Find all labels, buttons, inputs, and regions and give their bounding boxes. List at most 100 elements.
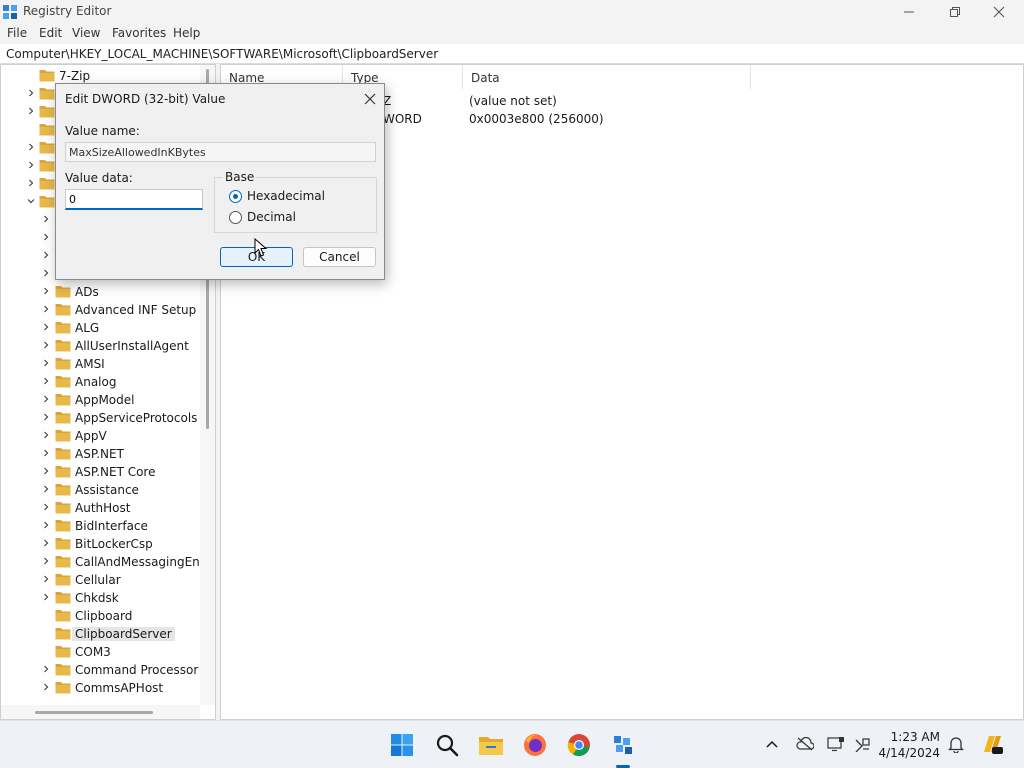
chevron-right-icon[interactable] [41,448,51,458]
chevron-right-icon[interactable] [41,502,51,512]
start-icon [391,734,413,756]
onedrive-tray-button[interactable] [796,735,814,753]
window-title: Registry Editor [23,4,112,18]
menu-bar: File Edit View Favorites Help [0,24,1024,44]
value-row-data[interactable]: 0x0003e800 (256000) [469,112,604,126]
tree-item[interactable]: ASP.NET Core [1,463,200,481]
tree-item[interactable]: Advanced INF Setup [1,301,200,319]
restore-button[interactable] [932,0,978,24]
chevron-right-icon[interactable] [41,466,51,476]
chevron-right-icon[interactable] [41,664,51,674]
show-hidden-icons-button[interactable] [763,735,781,753]
menu-file[interactable]: File [7,26,27,40]
value-row-data[interactable]: (value not set) [469,94,557,108]
tree-item[interactable]: Analog [1,373,200,391]
tree-item[interactable]: AuthHost [1,499,200,517]
chevron-right-icon[interactable] [26,88,36,98]
chevron-right-icon[interactable] [41,484,51,494]
minimize-button[interactable] [886,0,932,24]
tree-item[interactable]: AppModel [1,391,200,409]
tree-item[interactable]: AppV [1,427,200,445]
tree-item[interactable]: ADs [1,283,200,301]
display-tray-button[interactable] [827,735,845,753]
value-name-field[interactable] [65,142,376,162]
network-tray-button[interactable] [853,735,871,753]
address-path[interactable]: Computer\HKEY_LOCAL_MACHINE\SOFTWARE\Mic… [6,47,438,61]
tree-item[interactable]: CallAndMessagingEnha [1,553,215,571]
decimal-label[interactable]: Decimal [247,210,296,224]
chevron-right-icon[interactable] [41,340,51,350]
tree-item[interactable]: Clipboard [1,607,200,625]
menu-favorites[interactable]: Favorites [112,26,166,40]
tree-item[interactable]: CommsAPHost [1,679,200,697]
hexadecimal-label[interactable]: Hexadecimal [247,189,325,203]
tree-horizontal-scrollbar[interactable] [1,705,200,719]
chevron-right-icon[interactable] [41,520,51,530]
value-data-input[interactable] [65,189,203,210]
cancel-button[interactable]: Cancel [303,247,376,267]
chevron-right-icon[interactable] [41,538,51,548]
chevron-right-icon[interactable] [41,430,51,440]
tree-item[interactable]: Cellular [1,571,200,589]
chevron-right-icon[interactable] [41,412,51,422]
chevron-right-icon[interactable] [41,286,51,296]
menu-edit[interactable]: Edit [39,26,62,40]
chevron-right-icon[interactable] [41,556,51,566]
tree-item-label: BitLockerCsp [75,537,153,551]
chevron-right-icon[interactable] [41,592,51,602]
file-explorer-button[interactable] [475,729,507,761]
tree-item[interactable]: Command Processor [1,661,200,679]
chevron-down-icon[interactable] [26,196,36,206]
menu-view[interactable]: View [72,26,100,40]
close-button[interactable] [976,0,1022,24]
tree-item[interactable]: AppServiceProtocols [1,409,200,427]
notifications-button[interactable] [947,735,965,753]
tree-item[interactable]: Assistance [1,481,200,499]
chrome-button[interactable] [563,729,595,761]
tree-item[interactable]: BidInterface [1,517,200,535]
address-bar[interactable]: Computer\HKEY_LOCAL_MACHINE\SOFTWARE\Mic… [0,44,1024,64]
folder-icon [55,646,71,658]
tree-item[interactable]: AMSI [1,355,200,373]
edit-dword-dialog: Edit DWORD (32-bit) Value Value name: Va… [55,83,385,280]
chevron-right-icon[interactable] [41,574,51,584]
chevron-right-icon[interactable] [41,322,51,332]
chevron-right-icon[interactable] [41,214,51,224]
folder-icon [55,340,71,352]
hexadecimal-radio[interactable] [229,190,242,203]
tree-item[interactable]: ALG [1,319,200,337]
tree-item[interactable]: ClipboardServer [1,625,200,643]
decimal-radio[interactable] [229,211,242,224]
chevron-right-icon[interactable] [41,358,51,368]
chevron-right-icon[interactable] [41,250,51,260]
chevron-right-icon[interactable] [41,232,51,242]
tree-item-label: Chkdsk [75,591,119,605]
chevron-right-icon[interactable] [41,682,51,692]
tree-item-label: AppModel [75,393,135,407]
tree-item[interactable]: COM3 [1,643,200,661]
chevron-right-icon[interactable] [41,394,51,404]
chevron-right-icon[interactable] [41,376,51,386]
column-header-data[interactable]: Data [463,65,751,89]
tree-item[interactable]: ASP.NET [1,445,200,463]
copilot-button[interactable] [980,732,1004,756]
tree-item[interactable]: BitLockerCsp [1,535,200,553]
tree-horizontal-scroll-thumb[interactable] [35,711,153,714]
tree-item[interactable]: Chkdsk [1,589,200,607]
menu-help[interactable]: Help [173,26,200,40]
chevron-right-icon[interactable] [26,106,36,116]
start-button[interactable] [386,729,418,761]
chevron-right-icon[interactable] [41,304,51,314]
chevron-right-icon[interactable] [41,268,51,278]
taskbar-clock[interactable]: 1:23 AM 4/14/2024 [878,729,940,761]
dialog-close-button[interactable] [358,88,382,110]
taskbar-search-button[interactable] [431,729,463,761]
tree-item[interactable]: AllUserInstallAgent [1,337,200,355]
chevron-right-icon[interactable] [26,178,36,188]
chevron-right-icon[interactable] [26,160,36,170]
close-icon [993,6,1005,18]
folder-icon [55,412,71,424]
firefox-button[interactable] [519,729,551,761]
chevron-right-icon[interactable] [26,142,36,152]
registry-editor-taskbar-button[interactable] [607,729,639,761]
